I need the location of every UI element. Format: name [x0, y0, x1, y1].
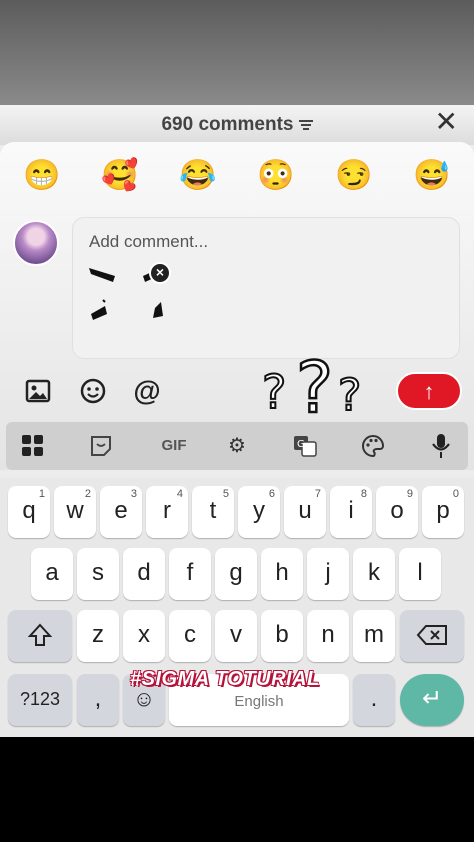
emoji-grin-icon[interactable]: 😁	[22, 156, 62, 196]
key-q[interactable]: q1	[8, 486, 50, 538]
enter-key[interactable]: ↵	[400, 674, 464, 726]
comments-count-label: 690 comments	[161, 114, 294, 135]
key-j[interactable]: j	[307, 548, 349, 600]
key-o[interactable]: o9	[376, 486, 418, 538]
key-i[interactable]: i8	[330, 486, 372, 538]
sort-icon[interactable]	[298, 118, 313, 131]
gif-button[interactable]: GIF	[152, 432, 196, 460]
comments-header: 690 comments ✕	[0, 105, 474, 145]
period-key[interactable]: .	[353, 674, 395, 726]
comma-key[interactable]: ,	[77, 674, 119, 726]
send-button[interactable]: ↑	[396, 372, 462, 410]
key-g[interactable]: g	[215, 548, 257, 600]
emoji-icon[interactable]	[76, 374, 110, 408]
shift-arrow-icon	[27, 623, 53, 646]
emoji-sweat-smile-icon[interactable]: 😅	[412, 156, 452, 196]
apps-grid-icon[interactable]	[18, 432, 48, 460]
close-button[interactable]: ✕	[435, 108, 458, 136]
quick-emoji-row: 😁 🥰 😂 😳 😏 😅	[0, 156, 474, 196]
keyboard-toolbar: GIF ⚙ G	[6, 422, 468, 470]
key-v[interactable]: v	[215, 610, 257, 662]
translate-icon[interactable]: G	[290, 432, 320, 460]
key-p[interactable]: p0	[422, 486, 464, 538]
key-b[interactable]: b	[261, 610, 303, 662]
sticker-icon[interactable]	[86, 432, 116, 460]
space-bar-label: English	[234, 693, 284, 710]
emoji-hearts-icon[interactable]: 🥰	[100, 156, 140, 196]
key-n[interactable]: n	[307, 610, 349, 662]
dimmed-video-background[interactable]	[0, 0, 474, 105]
palette-icon[interactable]	[358, 432, 388, 460]
key-e[interactable]: e3	[100, 486, 142, 538]
watermark-text: #SIGMA TOTURIAL	[130, 668, 320, 690]
comment-placeholder: Add comment...	[89, 232, 209, 251]
user-avatar	[13, 220, 59, 266]
svg-text:?: ?	[262, 365, 286, 419]
comments-count-title[interactable]: 690 comments	[0, 114, 474, 136]
image-icon[interactable]	[21, 374, 55, 408]
key-a[interactable]: a	[31, 548, 73, 600]
on-screen-keyboard: q1 w2 e3 r4 t5 y6 u7 i8 o9 p0 a s d f g …	[0, 478, 474, 737]
remove-sticker-button[interactable]: ×	[149, 262, 171, 284]
shift-key[interactable]	[8, 610, 72, 662]
svg-text:?: ?	[296, 347, 333, 422]
backspace-icon	[416, 625, 447, 645]
svg-text:?: ?	[338, 370, 361, 421]
key-d[interactable]: d	[123, 548, 165, 600]
key-u[interactable]: u7	[284, 486, 326, 538]
key-m[interactable]: m	[353, 610, 395, 662]
key-h[interactable]: h	[261, 548, 303, 600]
key-x[interactable]: x	[123, 610, 165, 662]
question-marks-decoration: ? ? ?	[262, 346, 362, 422]
key-r[interactable]: r4	[146, 486, 188, 538]
symbols-key[interactable]: ?123	[8, 674, 72, 726]
backspace-key[interactable]	[400, 610, 464, 662]
key-s[interactable]: s	[77, 548, 119, 600]
key-t[interactable]: t5	[192, 486, 234, 538]
key-z[interactable]: z	[77, 610, 119, 662]
bottom-black-bar	[0, 737, 474, 842]
key-f[interactable]: f	[169, 548, 211, 600]
comment-composer-sheet: 😁 🥰 😂 😳 😏 😅 Add comment... × @ ? ? ? ↑	[0, 142, 474, 470]
svg-text:G: G	[297, 439, 305, 450]
settings-gear-icon[interactable]: ⚙	[222, 432, 252, 460]
emoji-smirk-icon[interactable]: 😏	[334, 156, 374, 196]
key-k[interactable]: k	[353, 548, 395, 600]
emoji-tears-of-joy-icon[interactable]: 😂	[178, 156, 218, 196]
mention-button[interactable]: @	[130, 374, 164, 408]
microphone-icon[interactable]	[426, 432, 456, 460]
key-l[interactable]: l	[399, 548, 441, 600]
key-y[interactable]: y6	[238, 486, 280, 538]
emoji-flushed-icon[interactable]: 😳	[256, 156, 296, 196]
key-w[interactable]: w2	[54, 486, 96, 538]
key-c[interactable]: c	[169, 610, 211, 662]
